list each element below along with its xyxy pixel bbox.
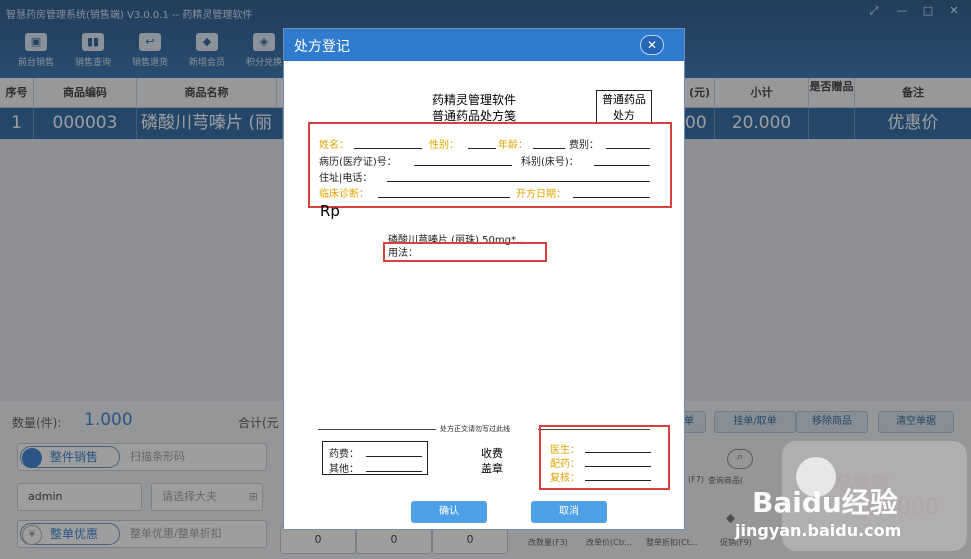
record-label: 病历(医疗证)号： — [319, 157, 397, 168]
date-label: 开方日期： — [516, 189, 566, 200]
review-sign-label: 复核： — [550, 473, 580, 484]
prescription-dialog: 处方登记 ✕ 药精灵管理软件 普通药品处方笺 普通药品处方 姓名： 性别： 年龄… — [283, 28, 685, 530]
drug-fee-label: 药费： — [329, 449, 359, 460]
gender-label: 性别： — [429, 140, 459, 151]
prescription-type-box: 普通药品处方 — [596, 90, 652, 124]
baidu-watermark: Baidu经验 jingyan.baidu.com — [735, 441, 967, 551]
charge-label: 收费 — [481, 447, 503, 460]
other-fee-label: 其他： — [329, 464, 359, 475]
watermark-brand: Baidu经验 — [752, 486, 898, 519]
notice-line-text: 处方正文请勿写过此线 — [440, 425, 510, 433]
rp-label: Rp — [320, 202, 340, 220]
age-label: 年龄： — [498, 140, 528, 151]
dialog-header: 处方登记 ✕ — [284, 29, 684, 61]
dept-label: 科别(床号)： — [521, 157, 579, 168]
dialog-title: 处方登记 — [294, 39, 350, 55]
doctor-sign-label: 医生： — [550, 445, 580, 456]
doc-title-1: 药精灵管理软件 — [432, 93, 517, 107]
fee-type-label: 费别： — [569, 140, 599, 151]
usage-label: 用法： — [388, 248, 418, 259]
seal-label: 盖章 — [481, 462, 503, 475]
close-icon[interactable]: ✕ — [640, 35, 664, 55]
cancel-button[interactable]: 取消 — [531, 501, 607, 523]
watermark-url: jingyan.baidu.com — [735, 521, 902, 540]
diagnosis-label: 临床诊断： — [319, 189, 369, 200]
confirm-button[interactable]: 确认 — [411, 501, 487, 523]
address-label: 住址|电话： — [319, 173, 373, 184]
dispense-sign-label: 配药： — [550, 459, 580, 470]
name-label: 姓名： — [319, 140, 349, 151]
